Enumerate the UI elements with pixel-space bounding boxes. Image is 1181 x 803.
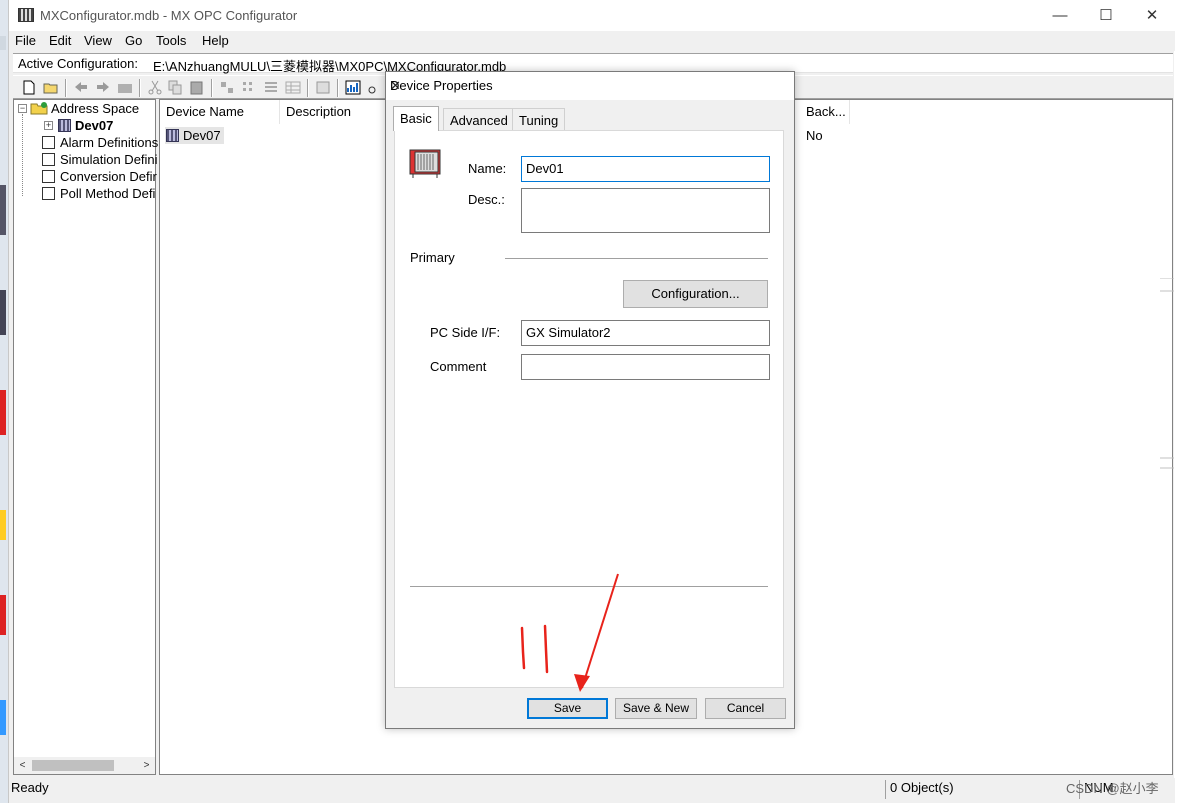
back-arrow-icon[interactable]	[73, 80, 89, 95]
address-space-tree: − Address Space + Dev07 Alarm Definition…	[13, 99, 158, 775]
monitor-chart-icon[interactable]	[345, 80, 361, 95]
dialog-title-bar: Device Properties ✕	[386, 72, 794, 100]
tree-item-simulation-definitions[interactable]: Simulation Defini	[42, 152, 158, 168]
tree-item-poll-method-definitions[interactable]: Poll Method Defi	[42, 186, 155, 202]
status-bar: Ready 0 Object(s) NUM	[9, 778, 1175, 803]
pc-side-if-field[interactable]: GX Simulator2	[521, 320, 770, 346]
pc-side-if-label: PC Side I/F:	[430, 325, 501, 340]
tab-basic[interactable]: Basic	[393, 106, 439, 131]
background-window-edge	[1160, 278, 1174, 469]
tree-root-label: Address Space	[51, 101, 140, 116]
back-cell: No	[806, 128, 823, 143]
desc-label: Desc.:	[468, 192, 505, 207]
scrollbar-thumb[interactable]	[32, 760, 114, 771]
alarm-icon	[42, 136, 55, 149]
new-file-icon[interactable]	[21, 80, 37, 95]
comment-label: Comment	[430, 359, 487, 374]
comment-field[interactable]	[521, 354, 770, 380]
menu-file[interactable]: File	[15, 33, 36, 48]
device-name-cell: Dev07	[183, 128, 221, 143]
small-icons-icon[interactable]	[241, 80, 257, 95]
details-view-icon[interactable]	[285, 80, 301, 95]
list-view-icon[interactable]	[263, 80, 279, 95]
list-row-dev07[interactable]: Dev07	[165, 127, 224, 144]
menu-view[interactable]: View	[84, 33, 112, 48]
save-button[interactable]: Save	[527, 698, 608, 719]
desc-field[interactable]	[521, 188, 770, 233]
tree-item-label: Conversion Defir	[60, 169, 157, 184]
tree-item-alarm-definitions[interactable]: Alarm Definitions	[42, 135, 158, 151]
open-folder-icon[interactable]	[43, 80, 59, 95]
device-icon	[58, 119, 71, 132]
name-field[interactable]: Dev01	[521, 156, 770, 182]
tree-item-dev07[interactable]: Dev07	[58, 118, 113, 134]
tree-device-label: Dev07	[75, 118, 114, 133]
scroll-right-icon[interactable]: >	[138, 757, 155, 774]
column-header-device-name[interactable]: Device Name	[160, 100, 280, 124]
toolbar-separator	[307, 79, 309, 97]
tool-icon[interactable]	[367, 80, 383, 95]
large-icons-icon[interactable]	[219, 80, 235, 95]
menu-edit[interactable]: Edit	[49, 33, 71, 48]
menu-tools[interactable]: Tools	[156, 33, 186, 48]
tab-tuning[interactable]: Tuning	[512, 108, 566, 130]
toolbar-separator	[337, 79, 339, 97]
cancel-button[interactable]: Cancel	[705, 698, 786, 719]
primary-label: Primary	[410, 250, 455, 265]
minimize-button[interactable]: —	[1037, 0, 1083, 31]
watermark: CSDN @赵小李	[1066, 781, 1159, 796]
tree-item-label: Simulation Defini	[60, 152, 158, 167]
desktop-strip	[0, 0, 8, 803]
maximize-button[interactable]: ☐	[1083, 0, 1129, 31]
collapse-toggle[interactable]: −	[18, 104, 27, 113]
column-header-back[interactable]: Back...	[800, 100, 850, 124]
menu-help[interactable]: Help	[202, 33, 229, 48]
active-configuration-label: Active Configuration:	[18, 56, 138, 71]
properties-icon[interactable]	[315, 80, 331, 95]
dialog-close-button[interactable]: ✕	[390, 78, 788, 94]
name-label: Name:	[468, 161, 507, 176]
toolbar-separator	[139, 79, 141, 97]
scroll-left-icon[interactable]: <	[14, 757, 31, 774]
annotation-marks	[520, 624, 549, 674]
poll-method-icon	[42, 187, 55, 200]
save-and-new-button[interactable]: Save & New	[615, 698, 697, 719]
device-icon	[166, 129, 179, 142]
up-folder-icon[interactable]	[117, 80, 133, 95]
plc-device-icon	[409, 149, 441, 178]
toolbar-separator	[65, 79, 67, 97]
app-icon	[18, 8, 34, 22]
menu-go[interactable]: Go	[125, 33, 142, 48]
tree-root-address-space[interactable]: Address Space	[30, 101, 139, 117]
configuration-button[interactable]: Configuration...	[623, 280, 768, 308]
status-object-count: 0 Object(s)	[890, 780, 954, 795]
column-header-description[interactable]: Description	[280, 100, 390, 124]
active-configuration-bar: Active Configuration: E:\ANzhuangMULU\三菱…	[13, 53, 1173, 74]
menu-bar: File Edit View Go Tools Help	[9, 31, 1175, 51]
cut-icon[interactable]	[147, 80, 163, 95]
tree-item-label: Alarm Definitions	[60, 135, 159, 150]
title-bar: MXConfigurator.mdb - MX OPC Configurator…	[9, 0, 1175, 31]
simulation-icon	[42, 153, 55, 166]
window-title: MXConfigurator.mdb - MX OPC Configurator	[40, 8, 298, 23]
copy-icon[interactable]	[167, 80, 183, 95]
forward-arrow-icon[interactable]	[95, 80, 111, 95]
tree-item-conversion-definitions[interactable]: Conversion Defir	[42, 169, 157, 185]
folder-icon	[30, 102, 48, 115]
close-button[interactable]: ✕	[1129, 0, 1175, 31]
conversion-icon	[42, 170, 55, 183]
primary-divider	[505, 258, 768, 259]
toolbar-separator	[211, 79, 213, 97]
status-separator	[885, 780, 886, 799]
tree-horizontal-scrollbar[interactable]: < >	[14, 757, 155, 774]
tree-item-label: Poll Method Defi	[60, 186, 156, 201]
paste-icon[interactable]	[189, 80, 205, 95]
annotation-arrow-icon	[574, 573, 619, 692]
status-ready: Ready	[11, 780, 49, 795]
expand-toggle[interactable]: +	[44, 121, 53, 130]
tree-connector	[22, 114, 23, 196]
tab-advanced[interactable]: Advanced	[443, 108, 515, 130]
